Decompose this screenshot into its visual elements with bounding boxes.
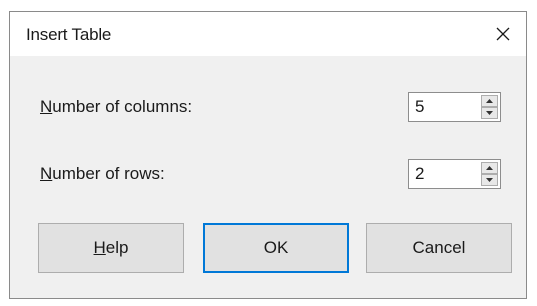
arrow-up-icon: [486, 166, 493, 170]
help-label: elp: [105, 238, 129, 257]
columns-spin-buttons: [481, 95, 498, 119]
rows-input[interactable]: [412, 162, 475, 186]
columns-decrement-button[interactable]: [481, 107, 498, 119]
arrow-down-icon: [486, 178, 493, 182]
title-bar: Insert Table: [10, 12, 526, 56]
close-button[interactable]: [480, 12, 526, 56]
close-icon: [496, 27, 510, 41]
rows-decrement-button[interactable]: [481, 174, 498, 186]
columns-label: Number of columns:: [40, 97, 192, 117]
arrow-down-icon: [486, 111, 493, 115]
help-mnemonic: H: [93, 238, 106, 257]
columns-row: Number of columns:: [10, 87, 526, 127]
rows-label-text: umber of rows:: [52, 164, 165, 183]
columns-increment-button[interactable]: [481, 95, 498, 107]
arrow-up-icon: [486, 99, 493, 103]
columns-label-text: umber of columns:: [52, 97, 193, 116]
columns-label-mnemonic: N: [40, 97, 53, 116]
help-button[interactable]: Help: [38, 223, 184, 273]
dialog-title: Insert Table: [26, 25, 112, 44]
columns-input[interactable]: [412, 95, 475, 119]
columns-spinbox: [408, 92, 501, 122]
insert-table-dialog: Insert Table Number of columns: Number o…: [9, 11, 527, 299]
rows-increment-button[interactable]: [481, 162, 498, 174]
cancel-button[interactable]: Cancel: [366, 223, 512, 273]
rows-spinbox: [408, 159, 501, 189]
rows-row: Number of rows:: [10, 154, 526, 194]
rows-spin-buttons: [481, 162, 498, 186]
rows-label: Number of rows:: [40, 164, 165, 184]
rows-label-mnemonic: N: [40, 164, 53, 183]
ok-button[interactable]: OK: [203, 223, 349, 273]
